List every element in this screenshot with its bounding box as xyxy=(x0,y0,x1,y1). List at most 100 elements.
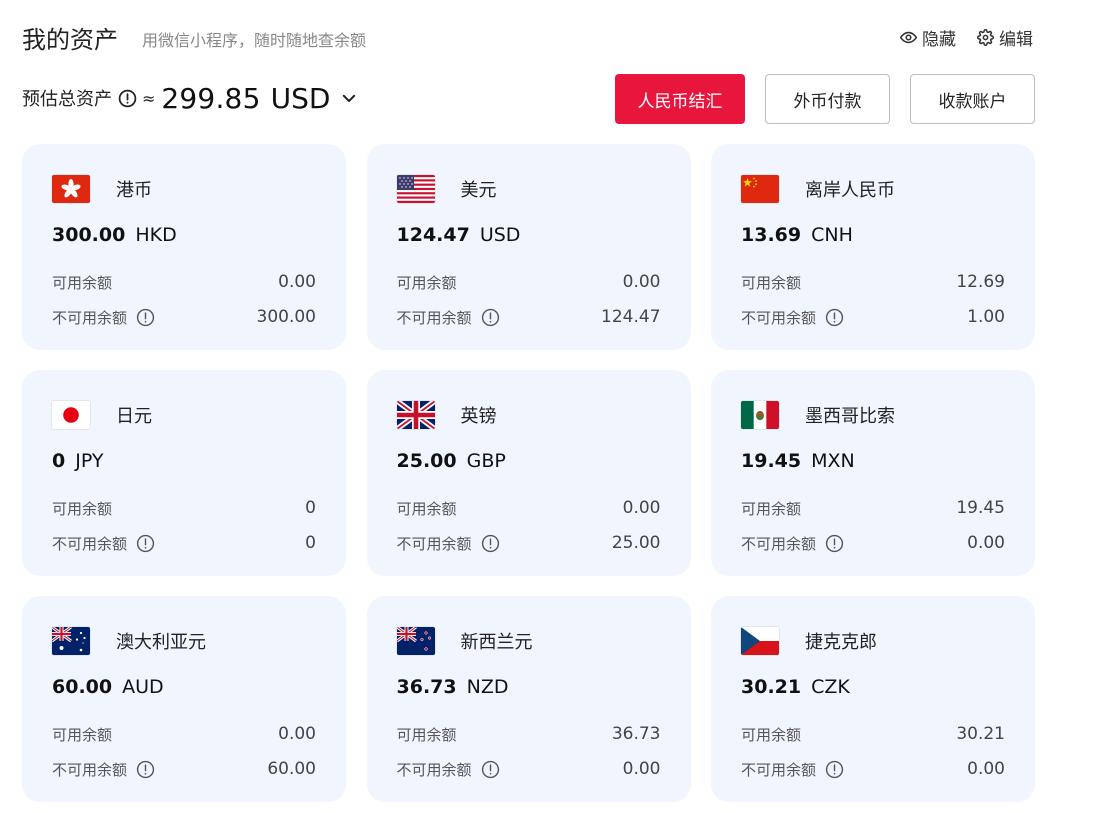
gb-flag-icon xyxy=(396,401,435,429)
currency-name: 新西兰元 xyxy=(460,632,533,653)
currency-code: AUD xyxy=(122,676,164,698)
us-flag-icon xyxy=(396,175,435,203)
available-value: 0.00 xyxy=(278,272,316,292)
unavailable-label: 不可用余额 xyxy=(396,308,472,327)
currency-name: 港币 xyxy=(116,180,152,201)
currency-card-jpy[interactable]: 日元 0 JPY 可用余额 0 不可用余额 0 xyxy=(22,370,346,576)
unavailable-label: 不可用余额 xyxy=(52,534,128,553)
edit-label: 编辑 xyxy=(999,30,1033,50)
currency-name: 墨西哥比索 xyxy=(805,406,895,427)
hide-button[interactable]: 隐藏 xyxy=(900,25,956,50)
available-label: 可用余额 xyxy=(52,273,113,292)
available-value: 19.45 xyxy=(956,498,1005,518)
info-icon[interactable] xyxy=(825,534,844,553)
unavailable-value: 0.00 xyxy=(967,759,1005,779)
unavailable-label: 不可用余额 xyxy=(741,534,817,553)
unavailable-label: 不可用余额 xyxy=(52,308,128,327)
info-icon[interactable] xyxy=(118,89,137,108)
info-icon[interactable] xyxy=(136,534,155,553)
chevron-down-icon[interactable] xyxy=(340,89,358,107)
eye-icon xyxy=(900,31,917,44)
info-icon[interactable] xyxy=(825,760,844,779)
unavailable-label: 不可用余额 xyxy=(52,760,128,779)
balance-amount: 0 xyxy=(52,450,66,472)
currency-card-aud[interactable]: 澳大利亚元 60.00 AUD 可用余额 0.00 不可用余额 60.00 xyxy=(22,596,346,802)
currency-code: MXN xyxy=(811,450,855,472)
unavailable-value: 25.00 xyxy=(611,533,661,553)
info-icon[interactable] xyxy=(481,308,500,327)
currency-card-cnh[interactable]: 离岸人民币 13.69 CNH 可用余额 12.69 不可用余额 1.00 xyxy=(711,144,1035,350)
available-label: 可用余额 xyxy=(396,273,457,292)
receiving-account-button[interactable]: 收款账户 xyxy=(910,74,1035,124)
currency-code: USD xyxy=(479,224,521,246)
currency-card-usd[interactable]: 美元 124.47 USD 可用余额 0.00 不可用余额 124.47 xyxy=(366,144,691,350)
available-label: 可用余额 xyxy=(52,499,113,518)
info-icon[interactable] xyxy=(481,534,500,553)
unavailable-value: 60.00 xyxy=(267,759,316,779)
unavailable-label: 不可用余额 xyxy=(741,308,817,327)
total-assets: 预估总资产 ≈ 299.85 USD xyxy=(22,80,358,116)
unavailable-label: 不可用余额 xyxy=(396,760,472,779)
balance-amount: 30.21 xyxy=(741,676,802,698)
currency-card-czk[interactable]: 捷克克郎 30.21 CZK 可用余额 30.21 不可用余额 0.00 xyxy=(711,596,1035,802)
unavailable-value: 1.00 xyxy=(967,307,1005,327)
unavailable-value: 300.00 xyxy=(256,307,316,327)
total-assets-label: 预估总资产 xyxy=(22,89,112,110)
available-value: 0.00 xyxy=(622,272,661,292)
info-icon[interactable] xyxy=(825,308,844,327)
info-icon[interactable] xyxy=(136,760,155,779)
available-label: 可用余额 xyxy=(396,499,457,518)
available-value: 0 xyxy=(305,498,316,518)
currency-code: HKD xyxy=(135,224,177,246)
balance-amount: 36.73 xyxy=(396,676,457,698)
mx-flag-icon xyxy=(741,401,779,429)
info-icon[interactable] xyxy=(481,760,500,779)
currency-card-nzd[interactable]: 新西兰元 36.73 NZD 可用余额 36.73 不可用余额 0.00 xyxy=(366,596,691,802)
page-subtitle: 用微信小程序，随时随地查余额 xyxy=(142,31,367,50)
currency-card-hkd[interactable]: 港币 300.00 HKD 可用余额 0.00 不可用余额 300.00 xyxy=(22,144,346,350)
edit-button[interactable]: 编辑 xyxy=(977,25,1033,50)
currency-code: GBP xyxy=(466,450,506,472)
rmb-exchange-button[interactable]: 人民币结汇 xyxy=(615,74,745,124)
currency-name: 英镑 xyxy=(460,406,497,427)
balance-amount: 13.69 xyxy=(741,224,802,246)
available-label: 可用余额 xyxy=(741,499,802,518)
balance-amount: 300.00 xyxy=(52,224,126,246)
available-label: 可用余额 xyxy=(741,725,802,744)
currency-code: CZK xyxy=(811,676,850,698)
unavailable-label: 不可用余额 xyxy=(396,534,472,553)
cn-flag-icon xyxy=(741,175,779,203)
unavailable-label: 不可用余额 xyxy=(741,760,817,779)
currency-name: 澳大利亚元 xyxy=(116,632,206,653)
currency-card-mxn[interactable]: 墨西哥比索 19.45 MXN 可用余额 19.45 不可用余额 0.00 xyxy=(711,370,1035,576)
currency-code: JPY xyxy=(75,450,104,472)
unavailable-value: 0.00 xyxy=(622,759,661,779)
approx-symbol: ≈ xyxy=(142,88,156,108)
available-value: 30.21 xyxy=(956,724,1005,744)
currency-code: CNH xyxy=(811,224,853,246)
total-amount: 299.85 xyxy=(161,81,261,115)
page-title: 我的资产 xyxy=(22,26,118,54)
nz-flag-icon xyxy=(396,627,435,655)
available-value: 12.69 xyxy=(956,272,1005,292)
currency-card-gbp[interactable]: 英镑 25.00 GBP 可用余额 0.00 不可用余额 25.00 xyxy=(366,370,691,576)
currency-card-grid: 港币 300.00 HKD 可用余额 0.00 不可用余额 300.00 美元 … xyxy=(22,144,1035,802)
currency-name: 日元 xyxy=(116,406,152,427)
info-icon[interactable] xyxy=(136,308,155,327)
jp-flag-icon xyxy=(52,401,90,429)
available-label: 可用余额 xyxy=(741,273,802,292)
currency-code: NZD xyxy=(466,676,509,698)
balance-amount: 19.45 xyxy=(741,450,802,472)
unavailable-value: 0 xyxy=(305,533,316,553)
available-value: 36.73 xyxy=(611,724,661,744)
gear-icon xyxy=(977,29,994,46)
cz-flag-icon xyxy=(741,627,779,655)
available-label: 可用余额 xyxy=(52,725,113,744)
currency-name: 捷克克郎 xyxy=(805,632,877,653)
balance-amount: 60.00 xyxy=(52,676,113,698)
total-currency[interactable]: USD xyxy=(271,82,331,115)
foreign-payment-button[interactable]: 外币付款 xyxy=(765,74,890,124)
available-label: 可用余额 xyxy=(396,725,457,744)
balance-amount: 25.00 xyxy=(396,450,457,472)
currency-name: 美元 xyxy=(460,180,497,201)
